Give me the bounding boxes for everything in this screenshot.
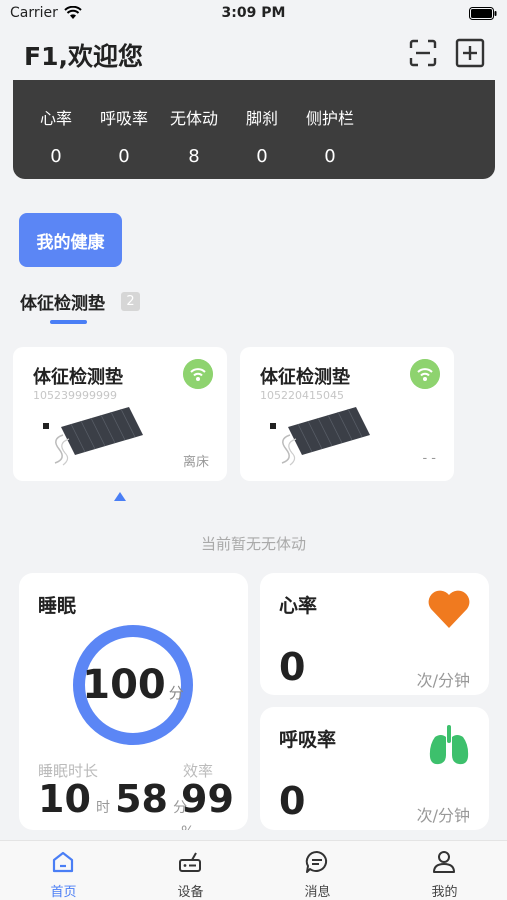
scan-icon[interactable] (407, 37, 439, 69)
sensor-pad-image (270, 407, 370, 466)
device-serial: 105239999999 (33, 389, 117, 402)
add-icon[interactable] (454, 37, 486, 69)
resp-rate-card[interactable]: 呼吸率 0 次/分钟 (260, 707, 489, 830)
page-title: F1,欢迎您 (24, 42, 143, 71)
tab-label: 设备 (177, 885, 204, 900)
clock: 3:09 PM (221, 5, 286, 21)
wifi-icon (410, 359, 440, 389)
tab-profile[interactable]: 我的 (381, 841, 507, 900)
sleep-duration: 10 时 58 分 (38, 777, 187, 821)
tab-device[interactable]: 设备 (127, 841, 254, 900)
sleep-score: 100 分 (71, 623, 195, 747)
device-card[interactable]: 体征检测垫 105220415045 - - (240, 347, 454, 481)
wifi-icon (183, 359, 213, 389)
tab-messages[interactable]: 消息 (254, 841, 381, 900)
sleep-score-unit: 分 (168, 683, 184, 702)
device-name: 体征检测垫 (260, 367, 350, 388)
stat-label: 脚刹 (245, 109, 278, 128)
hours-unit: 时 (95, 800, 110, 816)
selected-card-pointer (114, 492, 126, 501)
resp-rate-unit: 次/分钟 (416, 806, 470, 825)
device-status: 离床 (182, 455, 209, 470)
heart-rate-value: 0 (279, 645, 306, 689)
device-name: 体征检测垫 (33, 367, 123, 388)
sleep-score-value: 100 (82, 662, 166, 708)
tab-label: 我的 (431, 885, 458, 900)
efficiency-unit: % (181, 824, 194, 830)
sleep-hours: 10 (38, 777, 91, 821)
device-card[interactable]: 体征检测垫 105239999999 离床 (13, 347, 227, 481)
sleep-title: 睡眠 (38, 595, 77, 617)
resp-rate-title: 呼吸率 (279, 729, 337, 751)
heart-rate-title: 心率 (279, 595, 318, 617)
stat-label: 侧护栏 (305, 109, 354, 128)
status-bar: Carrier 3:09 PM (0, 0, 507, 30)
device-icon (179, 852, 201, 872)
stat-label: 心率 (39, 109, 72, 128)
home-icon (52, 851, 74, 873)
stat-value: 0 (256, 146, 268, 167)
tab-underline (50, 320, 87, 324)
stat-value: 8 (188, 146, 200, 167)
lungs-icon (429, 725, 469, 765)
user-icon (433, 851, 455, 873)
stat-value: 0 (324, 146, 336, 167)
sensor-pad-image (43, 407, 143, 466)
my-health-button[interactable]: 我的健康 (19, 213, 122, 267)
tab-device-type[interactable]: 体征检测垫 (20, 289, 105, 314)
tab-home[interactable]: 首页 (0, 841, 127, 900)
tab-label: 首页 (50, 885, 77, 900)
sleep-efficiency: 99 % (181, 777, 248, 830)
sleep-minutes: 58 (115, 777, 168, 821)
stats-panel: 心率 0 呼吸率 0 无体动 8 脚刹 0 侧护栏 0 (13, 80, 495, 179)
message-icon (305, 850, 328, 873)
resp-rate-value: 0 (279, 779, 306, 823)
stat-label: 无体动 (169, 109, 218, 128)
tab-label: 消息 (304, 885, 331, 900)
stat-value: 0 (50, 146, 62, 167)
tab-bar: 首页 设备 消息 我的 (0, 840, 507, 900)
sleep-card[interactable]: 睡眠 100 分 睡眠时长 效率 10 时 58 分 99 % (19, 573, 248, 830)
efficiency-value: 99 (181, 777, 234, 821)
device-status: - - (422, 451, 436, 466)
device-serial: 105220415045 (260, 389, 344, 402)
heart-rate-unit: 次/分钟 (416, 671, 470, 690)
stat-label: 呼吸率 (99, 109, 148, 128)
stat-value: 0 (118, 146, 130, 167)
heart-icon (428, 590, 470, 628)
battery-icon (469, 7, 497, 20)
device-count-badge: 2 (121, 292, 140, 311)
no-movement-text: 当前暂无无体动 (200, 535, 306, 553)
heart-rate-card[interactable]: 心率 0 次/分钟 (260, 573, 489, 695)
